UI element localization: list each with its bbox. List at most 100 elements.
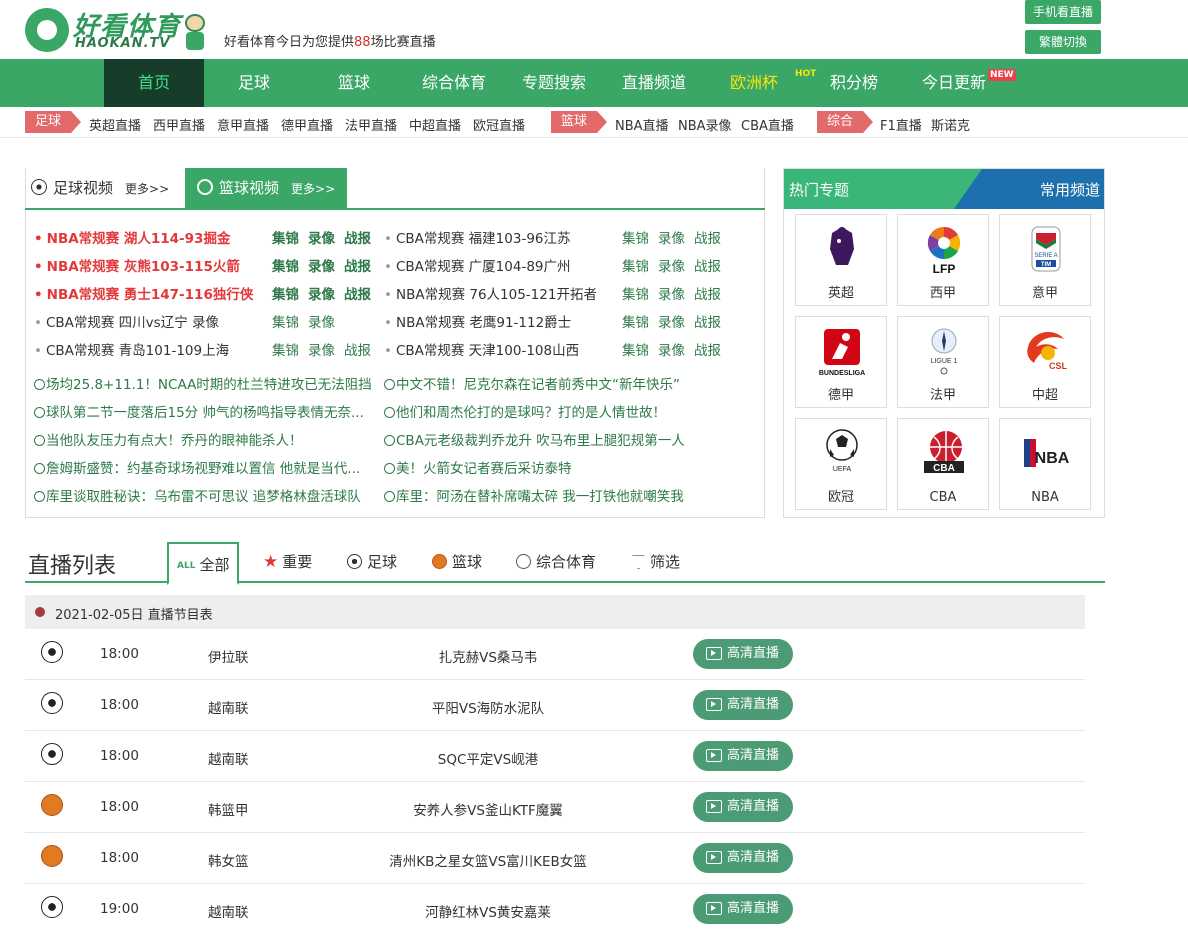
match-teams[interactable]: 扎克赫VS桑马韦 [325,646,651,666]
sublink-csl[interactable]: 中超直播 [409,115,461,134]
league-ucl[interactable]: UEFA 欧冠 [795,418,887,510]
nav-football[interactable]: 足球 [204,59,304,107]
basketball-video-more-link[interactable]: 更多>> [291,182,335,196]
match-teams[interactable]: 河静红林VS黄安嘉莱 [325,901,651,921]
tag-general[interactable]: 综合 [817,111,873,133]
hd-live-button[interactable]: 高清直播 [693,690,793,720]
league-bundesliga[interactable]: BUNDESLIGA 德甲 [795,316,887,408]
video-game-row[interactable]: • NBA常规赛 勇士147-116独行侠 [34,283,253,303]
video-game-row[interactable]: • NBA常规赛 灰熊103-115火箭 [34,255,240,275]
news-item[interactable]: 詹姆斯盛赞：约基奇球场视野难以置信 他就是当代... [34,457,374,477]
hd-live-button[interactable]: 高清直播 [693,639,793,669]
video-game-row[interactable]: • NBA常规赛 老鹰91-112爵士 [384,311,571,331]
league-cba[interactable]: CBA CBA [897,418,989,510]
report-link[interactable]: 战报 [344,339,371,359]
highlights-link[interactable]: 集锦 [622,255,649,275]
highlights-link[interactable]: 集锦 [622,283,649,303]
nav-euro-cup[interactable]: 欧洲杯 [704,59,804,107]
news-item[interactable]: 库里谈取胜秘诀：乌布雷不可思议 追梦格林盘活球队 [34,485,374,505]
report-link[interactable]: 战报 [694,311,721,331]
video-game-row[interactable]: • CBA常规赛 四川vs辽宁 录像 [34,311,219,331]
replay-link[interactable]: 录像 [658,311,685,331]
highlights-link[interactable]: 集锦 [272,339,299,359]
sublink-laliga[interactable]: 西甲直播 [153,115,205,134]
nav-home[interactable]: 首页 [104,59,204,107]
hd-live-button[interactable]: 高清直播 [693,792,793,822]
highlights-link[interactable]: 集锦 [622,339,649,359]
league-laliga[interactable]: LFP 西甲 [897,214,989,306]
sublink-seriea[interactable]: 意甲直播 [217,115,269,134]
tag-basketball[interactable]: 篮球 [551,111,607,133]
hd-live-button[interactable]: 高清直播 [693,894,793,924]
match-teams[interactable]: 平阳VS海防水泥队 [325,697,651,717]
mobile-live-button[interactable]: 手机看直播 [1025,0,1101,24]
sublink-nba-replay[interactable]: NBA录像 [678,115,732,134]
site-logo[interactable]: 好看体育 HAOKAN.TV [25,8,210,54]
tab-basketball[interactable]: 篮球 [432,541,482,583]
hd-live-button[interactable]: 高清直播 [693,741,793,771]
league-ligue1[interactable]: LIGUE 1 法甲 [897,316,989,408]
football-video-more-link[interactable]: 更多>> [125,182,169,196]
hot-topics-title[interactable]: 热门专题 [789,179,849,200]
tab-all[interactable]: ALL 全部 [167,542,240,585]
replay-link[interactable]: 录像 [308,255,335,275]
news-item[interactable]: CBA元老级裁判乔龙升 吹马布里上腿犯规第一人 [384,429,759,449]
sublink-cba-live[interactable]: CBA直播 [741,115,794,134]
video-game-row[interactable]: • CBA常规赛 天津100-108山西 [384,339,579,359]
highlights-link[interactable]: 集锦 [622,311,649,331]
highlights-link[interactable]: 集锦 [272,311,299,331]
news-item[interactable]: 库里：阿汤在替补席嘴太碎 我一打铁他就嘲笑我 [384,485,759,505]
tab-important[interactable]: ★ 重要 [263,541,312,583]
tab-football-video[interactable]: 足球视频 更多>> [31,168,169,208]
replay-link[interactable]: 录像 [658,255,685,275]
replay-link[interactable]: 录像 [658,227,685,247]
replay-link[interactable]: 录像 [658,283,685,303]
tab-basketball-video[interactable]: 篮球视频 更多>> [185,168,348,210]
news-item[interactable]: 他们和周杰伦打的是球吗？打的是人情世故！ [384,401,759,421]
tab-filter[interactable]: 筛选 [632,541,680,583]
report-link[interactable]: 战报 [694,227,721,247]
highlights-link[interactable]: 集锦 [272,283,299,303]
nav-today-updates[interactable]: 今日更新 [904,59,1004,107]
report-link[interactable]: 战报 [344,283,371,303]
video-game-row[interactable]: • CBA常规赛 福建103-96江苏 [384,227,571,247]
video-game-row[interactable]: • CBA常规赛 广厦104-89广州 [384,255,571,275]
league-csl[interactable]: CSL 中超 [999,316,1091,408]
video-game-row[interactable]: • NBA常规赛 76人105-121开拓者 [384,283,597,303]
highlights-link[interactable]: 集锦 [622,227,649,247]
news-item[interactable]: 当他队友压力有点大！乔丹的眼神能杀人！ [34,429,374,449]
match-teams[interactable]: 安养人参VS釜山KTF魔翼 [325,799,651,819]
match-teams[interactable]: SQC平定VS岘港 [325,748,651,768]
news-item[interactable]: 美！火箭女记者赛后采访泰特 [384,457,759,477]
video-game-row[interactable]: • CBA常规赛 青岛101-109上海 [34,339,229,359]
tag-football[interactable]: 足球 [25,111,81,133]
sublink-ligue1[interactable]: 法甲直播 [345,115,397,134]
traditional-chinese-toggle[interactable]: 繁體切換 [1025,30,1101,54]
video-game-row[interactable]: • NBA常规赛 湖人114-93掘金 [34,227,230,247]
tab-football[interactable]: 足球 [347,541,397,583]
sublink-nba-live[interactable]: NBA直播 [615,115,669,134]
report-link[interactable]: 战报 [694,339,721,359]
nav-topic-search[interactable]: 专题搜索 [504,59,604,107]
nav-standings[interactable]: 积分榜 [804,59,904,107]
highlights-link[interactable]: 集锦 [272,255,299,275]
match-teams[interactable]: 清州KB之星女篮VS富川KEB女篮 [325,850,651,870]
replay-link[interactable]: 录像 [658,339,685,359]
nav-live-channels[interactable]: 直播频道 [604,59,704,107]
sublink-bundesliga[interactable]: 德甲直播 [281,115,333,134]
news-item[interactable]: 球队第二节一度落后15分 帅气的杨鸣指导表情无奈... [34,401,374,421]
nav-basketball[interactable]: 篮球 [304,59,404,107]
sublink-f1[interactable]: F1直播 [880,115,922,134]
league-seriea[interactable]: SERIE A TIM 意甲 [999,214,1091,306]
hd-live-button[interactable]: 高清直播 [693,843,793,873]
sublink-epl[interactable]: 英超直播 [89,115,141,134]
replay-link[interactable]: 录像 [308,311,335,331]
nav-general-sports[interactable]: 综合体育 [404,59,504,107]
league-nba[interactable]: NBA NBA [999,418,1091,510]
report-link[interactable]: 战报 [694,283,721,303]
replay-link[interactable]: 录像 [308,339,335,359]
report-link[interactable]: 战报 [344,227,371,247]
report-link[interactable]: 战报 [344,255,371,275]
replay-link[interactable]: 录像 [308,227,335,247]
league-epl[interactable]: 英超 [795,214,887,306]
